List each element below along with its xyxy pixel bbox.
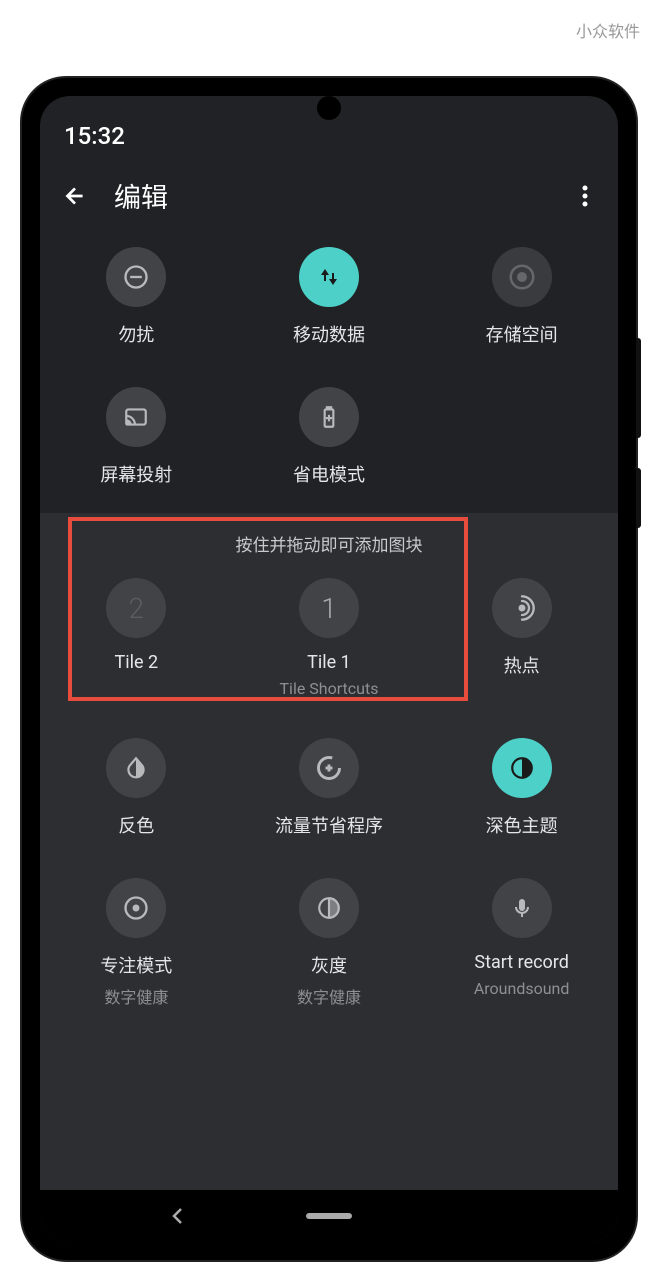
navigation-bar	[40, 1190, 618, 1242]
tile1-icon: 1	[299, 578, 359, 638]
phone-notch	[317, 96, 341, 120]
content-area: 编辑 勿扰 移动	[40, 158, 618, 1190]
phone-side-button-2	[636, 468, 641, 528]
tile-label: 专注模式	[100, 952, 172, 978]
tile-dnd[interactable]: 勿扰	[40, 247, 233, 347]
phone-side-button	[636, 338, 641, 438]
watermark: 小众软件	[576, 18, 640, 42]
tile-label: 移动数据	[293, 321, 365, 347]
invert-icon	[106, 738, 166, 798]
tile-invert[interactable]: 反色	[40, 738, 233, 838]
tile-mobile-data[interactable]: 移动数据	[233, 247, 426, 347]
hotspot-icon	[492, 578, 552, 638]
tile-start-record[interactable]: Start record Aroundsound	[425, 878, 618, 1008]
tile-grayscale[interactable]: 灰度 数字健康	[233, 878, 426, 1008]
tile-label: Start record	[474, 952, 569, 973]
tile-label: 屏幕投射	[100, 461, 172, 487]
tile-label: 省电模式	[293, 461, 365, 487]
app-header: 编辑	[40, 158, 618, 233]
drag-hint: 按住并拖动即可添加图块	[40, 531, 618, 556]
tile-data-saver[interactable]: 流量节省程序	[233, 738, 426, 838]
tile-label: 深色主题	[486, 812, 558, 838]
tile-dark-theme[interactable]: 深色主题	[425, 738, 618, 838]
status-time: 15:32	[64, 122, 125, 150]
tile-sublabel: 数字健康	[297, 984, 361, 1008]
darktheme-icon	[492, 738, 552, 798]
tile-label: Tile 2	[115, 652, 159, 673]
more-button[interactable]	[574, 185, 596, 207]
tile-cast[interactable]: 屏幕投射	[40, 387, 233, 487]
tile-shortcut-1[interactable]: 1 Tile 1 Tile Shortcuts	[233, 578, 426, 698]
data-icon	[299, 247, 359, 307]
available-tiles-section: 按住并拖动即可添加图块 2 Tile 2 1 Tile 1	[40, 513, 618, 1190]
nav-back-button[interactable]	[171, 1207, 185, 1225]
tile-label: 灰度	[311, 952, 347, 978]
tile-label: 流量节省程序	[275, 812, 383, 838]
mic-icon	[492, 878, 552, 938]
grayscale-icon	[299, 878, 359, 938]
active-tiles-section: 勿扰 移动数据 存储空间	[40, 233, 618, 513]
tile-sublabel: 数字健康	[104, 984, 168, 1008]
tile-hotspot[interactable]: 热点	[425, 578, 618, 698]
phone-frame: 15:32 编辑 勿扰	[22, 78, 636, 1260]
cast-icon	[106, 387, 166, 447]
tile-focus-mode[interactable]: 专注模式 数字健康	[40, 878, 233, 1008]
nav-home-button[interactable]	[306, 1213, 352, 1219]
battery-icon	[299, 387, 359, 447]
tile-sublabel: Tile Shortcuts	[280, 679, 379, 698]
focus-icon	[106, 878, 166, 938]
datasaver-icon	[299, 738, 359, 798]
screen: 15:32 编辑 勿扰	[40, 96, 618, 1242]
tile-label: 热点	[504, 652, 540, 678]
back-button[interactable]	[62, 183, 88, 209]
tile-battery-saver[interactable]: 省电模式	[233, 387, 426, 487]
tile-label: Tile 1	[307, 652, 351, 673]
storage-icon	[492, 247, 552, 307]
tile-storage[interactable]: 存储空间	[425, 247, 618, 347]
header-title: 编辑	[114, 176, 548, 215]
tile-label: 勿扰	[118, 321, 154, 347]
tile-label: 存储空间	[486, 321, 558, 347]
tile-label: 反色	[118, 812, 154, 838]
tile-shortcut-2[interactable]: 2 Tile 2	[40, 578, 233, 698]
dnd-icon	[106, 247, 166, 307]
tile-sublabel: Aroundsound	[474, 979, 570, 998]
tile2-icon: 2	[106, 578, 166, 638]
